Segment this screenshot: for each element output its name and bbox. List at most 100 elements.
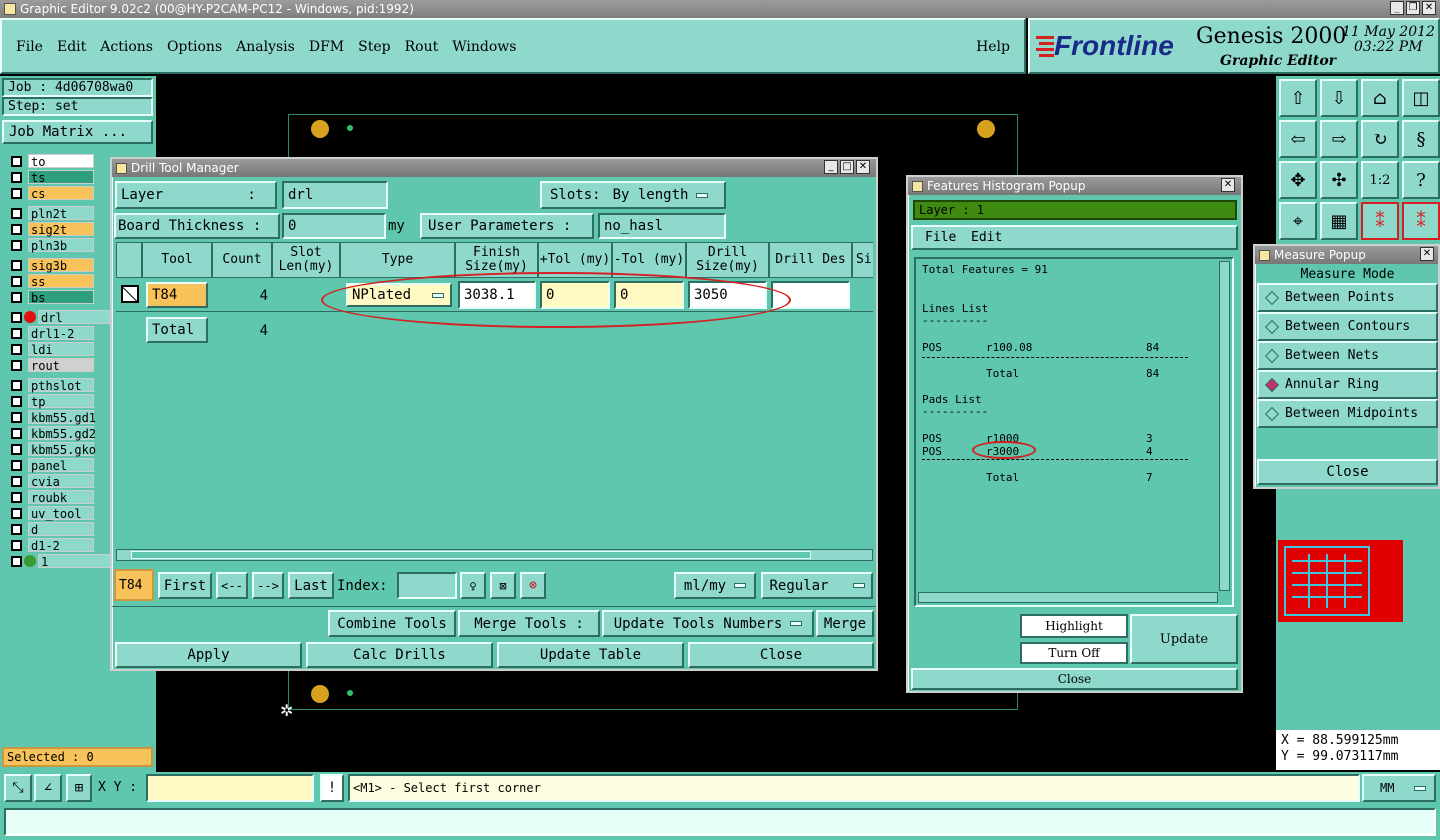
layer-checkbox[interactable] bbox=[11, 155, 22, 167]
close-button[interactable]: Close bbox=[688, 642, 874, 668]
user-parameters-field[interactable]: no_hasl bbox=[598, 213, 726, 239]
help-icon[interactable]: ? bbox=[1402, 161, 1440, 199]
layer-checkbox[interactable] bbox=[11, 427, 22, 439]
layer-checkbox[interactable] bbox=[11, 411, 22, 423]
hist-update-button[interactable]: Update bbox=[1130, 614, 1238, 664]
tool-cell[interactable]: T84 bbox=[146, 282, 208, 308]
layer-checkbox[interactable] bbox=[11, 443, 22, 455]
unit-dropdown[interactable]: MM bbox=[1362, 774, 1436, 802]
layer-checkbox[interactable] bbox=[11, 343, 22, 355]
layer-checkbox[interactable] bbox=[11, 459, 22, 471]
apply-button[interactable]: Apply bbox=[115, 642, 302, 668]
mini-map[interactable] bbox=[1278, 540, 1403, 622]
grid-snap-icon[interactable]: ⊞ bbox=[66, 774, 92, 802]
pan-right-icon[interactable]: ⇨ bbox=[1320, 120, 1358, 158]
layer-checkbox[interactable] bbox=[11, 275, 22, 287]
restore-icon[interactable]: ❐ bbox=[1406, 1, 1420, 15]
layer-name[interactable]: drl bbox=[38, 310, 114, 325]
hist-menu-edit[interactable]: Edit bbox=[971, 230, 1002, 245]
calc-drills-button[interactable]: Calc Drills bbox=[306, 642, 493, 668]
layer-checkbox[interactable] bbox=[11, 555, 22, 567]
layer-checkbox[interactable] bbox=[11, 379, 22, 391]
layer-name[interactable]: kbm55.gd2 bbox=[28, 426, 96, 441]
hist-close-button[interactable]: Close bbox=[911, 668, 1238, 690]
layer-name[interactable]: d bbox=[28, 522, 94, 537]
layer-checkbox[interactable] bbox=[11, 395, 22, 407]
rotate-icon[interactable]: ↻ bbox=[1361, 120, 1399, 158]
layer-name[interactable]: d1-2 bbox=[28, 538, 94, 553]
row-select-icon[interactable] bbox=[121, 285, 139, 303]
mode-dropdown[interactable]: Regular bbox=[761, 572, 873, 599]
layer-name[interactable]: sig3b bbox=[28, 258, 94, 273]
units-dropdown[interactable]: ml/my bbox=[674, 572, 756, 599]
board-thickness-field[interactable]: 0 bbox=[282, 213, 386, 239]
measure-close-button[interactable]: Close bbox=[1257, 459, 1438, 485]
hist-close-icon[interactable]: ✕ bbox=[1221, 178, 1235, 192]
menu-actions[interactable]: Actions bbox=[100, 39, 153, 55]
layer-name[interactable]: to bbox=[28, 154, 94, 169]
pan-left-icon[interactable]: ⇦ bbox=[1279, 120, 1317, 158]
dtm-maximize-icon[interactable]: □ bbox=[840, 160, 854, 174]
measure-icon[interactable]: ∠ bbox=[34, 774, 62, 802]
close-icon[interactable]: ✕ bbox=[1422, 1, 1436, 15]
xy-input[interactable] bbox=[146, 774, 314, 802]
zoom-home-icon[interactable]: ⇧ bbox=[1279, 79, 1317, 117]
layer-name[interactable]: rout bbox=[28, 358, 94, 373]
snap-icon[interactable]: § bbox=[1402, 120, 1440, 158]
layer-checkbox[interactable] bbox=[11, 291, 22, 303]
layer-name[interactable]: pln2t bbox=[28, 206, 94, 221]
zoom-in-icon[interactable]: ⤡ bbox=[4, 774, 32, 802]
net-highlight-icon[interactable]: ⁑ bbox=[1361, 202, 1399, 240]
hist-hscroll[interactable] bbox=[918, 592, 1218, 603]
layer-name[interactable]: 1 bbox=[38, 554, 114, 569]
pan-down-icon[interactable]: ⇩ bbox=[1320, 79, 1358, 117]
update-tools-numbers-dropdown[interactable]: Update Tools Numbers bbox=[602, 610, 814, 637]
first-button[interactable]: First bbox=[158, 572, 212, 599]
combine-tools-button[interactable]: Combine Tools bbox=[328, 610, 456, 637]
slots-control[interactable]: Slots: By length bbox=[540, 181, 726, 209]
job-matrix-button[interactable]: Job Matrix ... bbox=[2, 120, 153, 144]
layer-checkbox[interactable] bbox=[11, 475, 22, 487]
menu-analysis[interactable]: Analysis bbox=[236, 39, 295, 55]
user-parameters-button[interactable]: User Parameters : bbox=[420, 213, 594, 239]
layer-checkbox[interactable] bbox=[11, 311, 22, 323]
scrollbar-thumb[interactable] bbox=[131, 551, 811, 559]
measure-option[interactable]: Between Points bbox=[1257, 283, 1438, 312]
layer-name[interactable]: ss bbox=[28, 274, 94, 289]
measure-option[interactable]: Between Midpoints bbox=[1257, 399, 1438, 428]
measure-option[interactable]: Between Nets bbox=[1257, 341, 1438, 370]
layer-checkbox[interactable] bbox=[11, 523, 22, 535]
layer-checkbox[interactable] bbox=[11, 239, 22, 251]
command-line[interactable] bbox=[4, 808, 1436, 836]
dtm-close-icon[interactable]: ✕ bbox=[856, 160, 870, 174]
layer-name[interactable]: kbm55.gko bbox=[28, 442, 96, 457]
home-icon[interactable]: ⌂ bbox=[1361, 79, 1399, 117]
layer-name[interactable]: ts bbox=[28, 170, 94, 185]
highlight-button[interactable]: Highlight bbox=[1020, 614, 1128, 638]
layer-name[interactable]: uv_tool bbox=[28, 506, 94, 521]
layer-name[interactable]: pln3b bbox=[28, 238, 94, 253]
turn-off-button[interactable]: Turn Off bbox=[1020, 642, 1128, 664]
menu-edit[interactable]: Edit bbox=[57, 39, 86, 55]
menu-windows[interactable]: Windows bbox=[452, 39, 516, 55]
layer-name[interactable]: tp bbox=[28, 394, 94, 409]
minimize-icon[interactable]: _ bbox=[1390, 1, 1404, 15]
merge-button[interactable]: Merge bbox=[816, 610, 874, 637]
menu-dfm[interactable]: DFM bbox=[309, 39, 344, 55]
layer-checkbox[interactable] bbox=[11, 259, 22, 271]
zoom-icon[interactable]: ⊠ bbox=[490, 572, 516, 599]
layer-name[interactable]: ldi bbox=[28, 342, 94, 357]
net-select-icon[interactable]: ⁑ bbox=[1402, 202, 1440, 240]
index-input[interactable] bbox=[397, 572, 457, 599]
layer-checkbox[interactable] bbox=[11, 207, 22, 219]
layer-name[interactable]: cvia bbox=[28, 474, 94, 489]
menu-help[interactable]: Help bbox=[976, 39, 1010, 55]
hist-menu-file[interactable]: File bbox=[925, 230, 956, 245]
measure-close-icon[interactable]: ✕ bbox=[1420, 247, 1434, 261]
layer-field[interactable]: drl bbox=[282, 181, 388, 209]
menu-step[interactable]: Step bbox=[358, 39, 390, 55]
update-table-button[interactable]: Update Table bbox=[497, 642, 684, 668]
layer-checkbox[interactable] bbox=[11, 359, 22, 371]
layer-checkbox[interactable] bbox=[11, 491, 22, 503]
layer-name[interactable]: panel bbox=[28, 458, 94, 473]
